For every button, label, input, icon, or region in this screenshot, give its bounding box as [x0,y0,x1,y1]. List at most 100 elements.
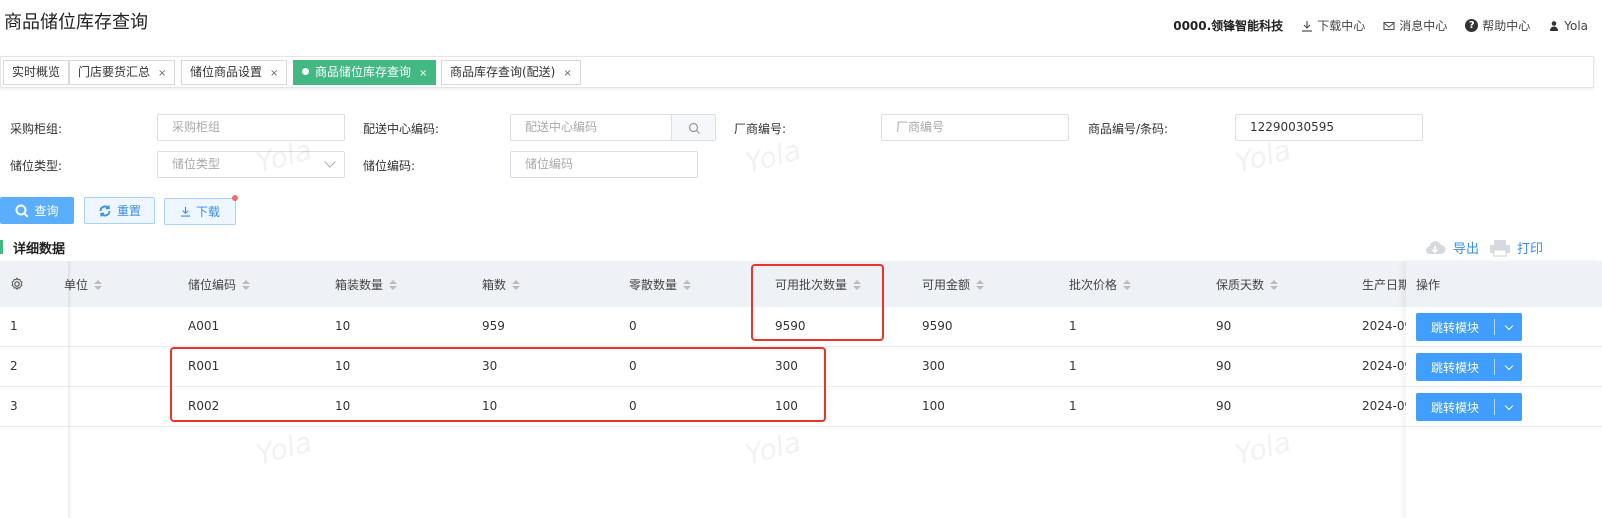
cell-pack-qty: 10 [335,399,351,413]
message-center-link[interactable]: 消息中心 [1383,17,1447,34]
watermark: Yola [741,425,805,472]
chevron-down-icon[interactable] [1495,401,1522,410]
user-icon [1550,20,1559,31]
search-icon [15,204,29,218]
column-header-pack-qty[interactable]: 箱装数量 [335,276,398,293]
user-menu[interactable]: Yola [1548,19,1588,33]
jump-module-button[interactable]: 跳转模块 [1416,393,1522,421]
cell-shelf-days: 90 [1216,399,1232,413]
location-type-select[interactable]: 储位类型 [157,151,345,178]
gear-icon [11,277,23,291]
location-code-input[interactable]: 储位编码 [510,151,698,178]
column-header-available-qty[interactable]: 可用批次数量 [775,276,862,293]
jump-module-button[interactable]: 跳转模块 [1416,353,1522,381]
cell-pack-qty: 10 [335,319,351,333]
location-type-label: 储位类型: [10,159,63,173]
search-icon [688,122,700,134]
cell-batch-price: 1 [1069,359,1077,373]
download-center-link[interactable]: 下载中心 [1301,17,1365,34]
column-header-production-date[interactable]: 生产日期 [1362,276,1410,293]
row-divider [0,426,1602,427]
column-settings-button[interactable] [10,277,24,294]
column-header-batch-price[interactable]: 批次价格 [1069,276,1132,293]
tab-product-stock-distribution[interactable]: 商品库存查询(配送) × [441,60,581,85]
location-code-label: 储位编码: [363,159,416,173]
watermark: Yola [1231,425,1295,472]
tab-product-location-stock[interactable]: 商品储位库存查询 × [293,60,437,85]
query-button[interactable]: 查询 [0,197,74,224]
product-code-input[interactable]: 12290030595 [1235,114,1423,141]
close-icon[interactable]: × [563,68,571,79]
chevron-down-icon[interactable] [1495,361,1522,370]
print-button[interactable]: 打印 [1489,238,1543,257]
column-header-actions: 操作 [1416,278,1441,292]
tab-location-product-settings[interactable]: 储位商品设置 × [181,60,288,85]
cell-loose-qty: 0 [629,399,637,413]
cell-production-date: 2024-09 [1362,399,1413,413]
chevron-down-icon[interactable] [1495,321,1522,330]
column-header-label: 生产日期 [1362,278,1411,292]
sort-icon[interactable] [976,279,985,290]
tab-label: 商品储位库存查询 [315,65,412,79]
sort-icon[interactable] [389,279,398,290]
cell-batch-price: 1 [1069,399,1077,413]
cell-boxes: 10 [482,399,498,413]
sort-icon[interactable] [94,279,103,290]
cell-boxes: 959 [482,319,505,333]
chevron-down-icon [324,156,336,168]
help-icon: ? [1465,19,1479,32]
sort-icon[interactable] [683,279,692,290]
column-header-label: 箱数 [482,278,507,292]
cell-pack-qty: 10 [335,359,351,373]
tab-label: 商品库存查询(配送) [450,65,556,79]
column-header-label: 可用金额 [922,278,971,292]
tab-store-demand-summary[interactable]: 门店要货汇总 × [69,60,176,85]
cell-available-amount: 300 [922,359,945,373]
close-icon[interactable]: × [158,68,166,79]
query-button-label: 查询 [34,204,59,218]
top-right-menu: 0000.领锋智能科技 下载中心 消息中心 ? 帮助中心 Yola [1173,17,1588,34]
row-index: 2 [10,359,18,373]
tab-label: 门店要货汇总 [78,65,151,79]
dc-code-search-button[interactable] [671,114,716,141]
company-name[interactable]: 0000.领锋智能科技 [1173,17,1283,34]
highlight-rows-annotation [170,347,826,422]
download-button[interactable]: 下载 [164,198,236,225]
cell-available-qty: 300 [775,359,798,373]
watermark: Yola [741,133,805,180]
column-header-label: 批次价格 [1069,278,1118,292]
cell-available-qty: 100 [775,399,798,413]
reset-button[interactable]: 重置 [84,197,155,224]
sort-icon[interactable] [1123,279,1132,290]
row-divider [1406,346,1602,347]
column-header-boxes[interactable]: 箱数 [482,276,521,293]
section-accent-bar [0,240,3,254]
cell-location-code: R001 [188,359,220,373]
sort-icon[interactable] [512,279,521,290]
notification-dot [232,195,238,201]
download-icon [1302,20,1313,32]
column-header-label: 储位编码 [188,278,237,292]
tab-realtime-overview[interactable]: 实时概览 [3,60,70,85]
vendor-code-input[interactable]: 厂商编号 [881,114,1069,141]
sort-icon[interactable] [853,279,862,290]
section-title: 详细数据 [13,242,66,257]
export-button[interactable]: 导出 [1423,238,1479,257]
column-header-available-amount[interactable]: 可用金额 [922,276,985,293]
purchase-group-input[interactable]: 采购柜组 [157,114,345,141]
close-icon[interactable]: × [419,68,427,79]
sort-icon[interactable] [1270,279,1279,290]
active-dot-icon [302,68,309,75]
jump-module-label: 跳转模块 [1430,360,1479,375]
jump-module-button[interactable]: 跳转模块 [1416,313,1522,341]
column-header-location-code[interactable]: 储位编码 [188,276,251,293]
column-header-label: 可用批次数量 [775,278,848,292]
help-center-link[interactable]: ? 帮助中心 [1465,17,1530,34]
column-header-shelf-days[interactable]: 保质天数 [1216,276,1279,293]
dc-code-input[interactable]: 配送中心编码 [510,114,672,141]
sort-icon[interactable] [242,279,251,290]
vendor-code-label: 厂商编号: [734,122,787,136]
column-header-loose-qty[interactable]: 零散数量 [629,276,692,293]
close-icon[interactable]: × [270,68,278,79]
cell-production-date: 2024-09 [1362,359,1413,373]
